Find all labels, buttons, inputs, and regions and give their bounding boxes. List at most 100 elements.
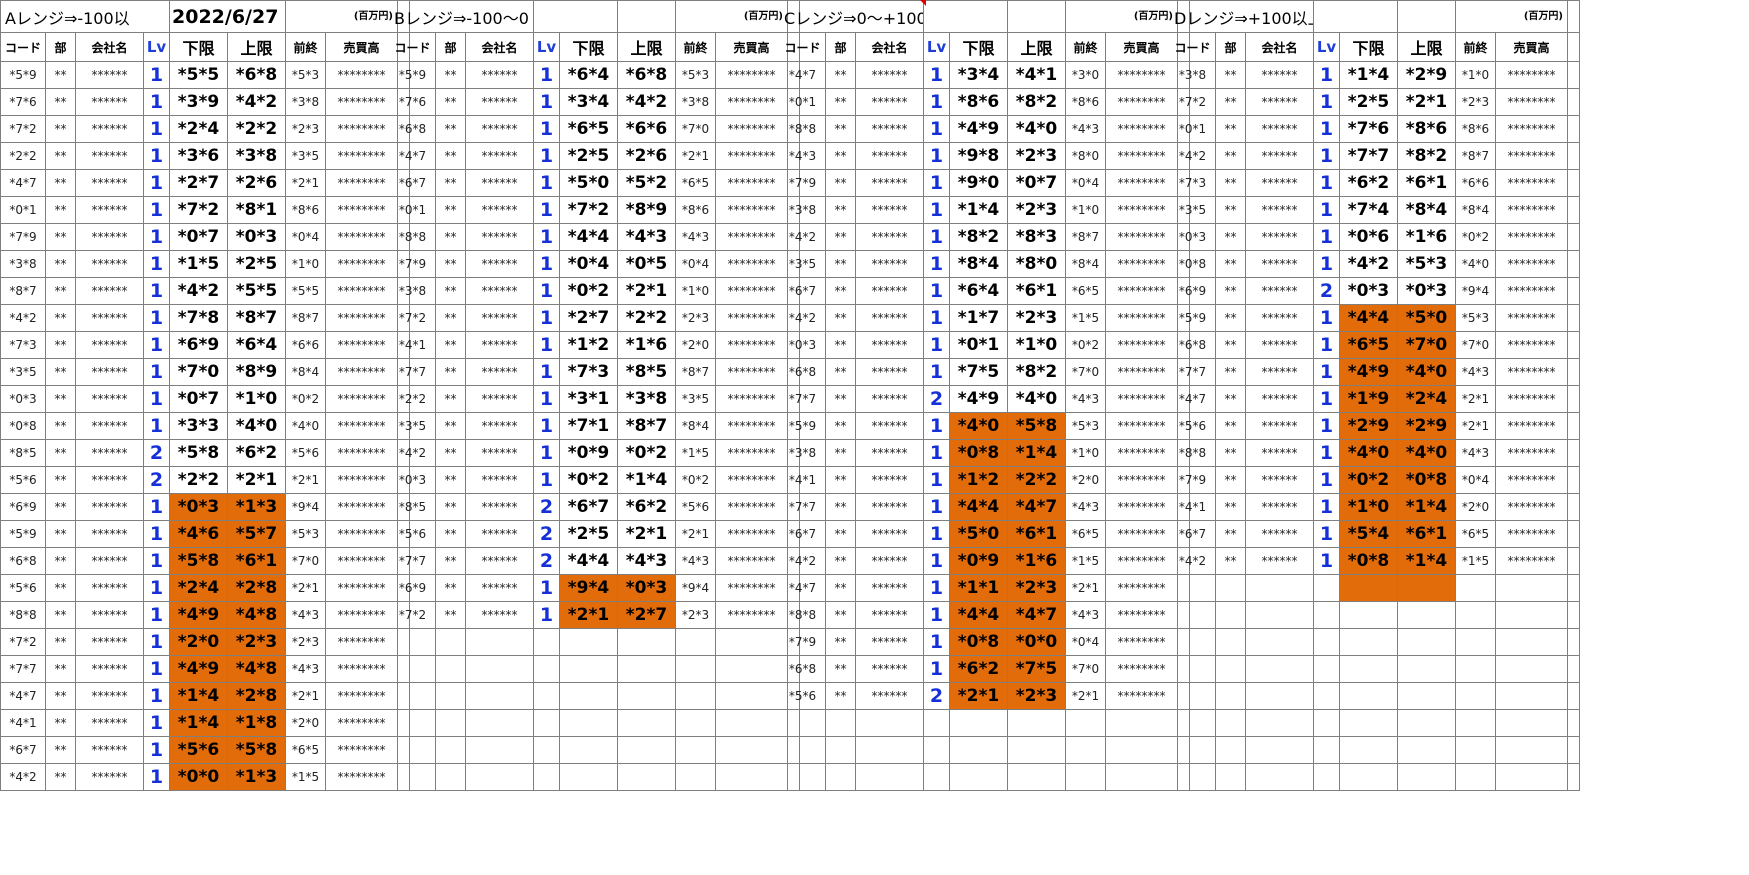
prev-close-cell[interactable]: *0*4 bbox=[1456, 467, 1496, 494]
empty-cell[interactable] bbox=[716, 737, 788, 764]
separator-cell[interactable] bbox=[1568, 737, 1580, 764]
lower-limit-cell[interactable]: *8*4 bbox=[950, 251, 1008, 278]
volume-cell[interactable]: ******** bbox=[1106, 386, 1178, 413]
company-name-cell[interactable]: ****** bbox=[466, 143, 534, 170]
code-cell[interactable]: *0*8 bbox=[0, 413, 46, 440]
prev-close-cell[interactable]: *7*0 bbox=[1456, 332, 1496, 359]
upper-limit-cell[interactable]: *4*1 bbox=[1008, 62, 1066, 89]
level-cell[interactable]: 1 bbox=[144, 602, 170, 629]
code-cell[interactable]: *8*8 bbox=[780, 602, 826, 629]
lower-limit-cell[interactable]: *6*7 bbox=[560, 494, 618, 521]
code-cell[interactable]: *7*7 bbox=[780, 386, 826, 413]
code-cell[interactable]: *6*8 bbox=[780, 656, 826, 683]
prev-close-cell[interactable]: *3*8 bbox=[676, 89, 716, 116]
column-header-code[interactable]: コード bbox=[0, 33, 46, 62]
dept-cell[interactable]: ** bbox=[826, 170, 856, 197]
lower-limit-cell[interactable]: *6*4 bbox=[950, 278, 1008, 305]
volume-cell[interactable]: ******** bbox=[1496, 359, 1568, 386]
lower-limit-cell[interactable]: *2*0 bbox=[170, 629, 228, 656]
upper-limit-cell[interactable]: *1*3 bbox=[228, 494, 286, 521]
code-cell[interactable]: *4*2 bbox=[1170, 143, 1216, 170]
empty-cell[interactable] bbox=[1398, 602, 1456, 629]
level-cell[interactable]: 1 bbox=[144, 683, 170, 710]
empty-cell[interactable] bbox=[716, 683, 788, 710]
empty-cell[interactable] bbox=[390, 656, 436, 683]
prev-close-cell[interactable]: *2*1 bbox=[286, 467, 326, 494]
prev-close-cell[interactable]: *1*5 bbox=[1066, 305, 1106, 332]
volume-cell[interactable]: ******** bbox=[326, 278, 398, 305]
level-cell[interactable]: 1 bbox=[924, 278, 950, 305]
company-name-cell[interactable]: ****** bbox=[856, 602, 924, 629]
dept-cell[interactable]: ** bbox=[436, 413, 466, 440]
lower-limit-cell[interactable]: *0*9 bbox=[950, 548, 1008, 575]
code-cell[interactable]: *7*7 bbox=[780, 494, 826, 521]
prev-close-cell[interactable]: *6*5 bbox=[1066, 278, 1106, 305]
volume-cell[interactable]: ******** bbox=[326, 305, 398, 332]
dept-cell[interactable]: ** bbox=[1216, 305, 1246, 332]
upper-limit-cell[interactable]: *8*9 bbox=[618, 197, 676, 224]
lower-limit-cell[interactable]: *0*6 bbox=[1340, 224, 1398, 251]
lower-limit-cell[interactable]: *9*4 bbox=[560, 575, 618, 602]
empty-cell[interactable] bbox=[780, 710, 826, 737]
volume-cell[interactable]: ******** bbox=[1106, 683, 1178, 710]
volume-cell[interactable]: ******** bbox=[716, 143, 788, 170]
level-cell[interactable]: 1 bbox=[144, 386, 170, 413]
company-name-cell[interactable]: ****** bbox=[76, 467, 144, 494]
separator-cell[interactable] bbox=[1568, 656, 1580, 683]
dept-cell[interactable]: ** bbox=[1216, 521, 1246, 548]
empty-cell[interactable] bbox=[1314, 656, 1340, 683]
separator-cell[interactable] bbox=[1568, 251, 1580, 278]
code-cell[interactable]: *7*7 bbox=[390, 359, 436, 386]
company-name-cell[interactable]: ****** bbox=[856, 143, 924, 170]
volume-cell[interactable]: ******** bbox=[326, 440, 398, 467]
separator-cell[interactable] bbox=[1568, 89, 1580, 116]
empty-cell[interactable] bbox=[950, 710, 1008, 737]
company-name-cell[interactable]: ****** bbox=[76, 359, 144, 386]
level-cell[interactable]: 2 bbox=[534, 548, 560, 575]
code-cell[interactable]: *6*8 bbox=[0, 548, 46, 575]
company-name-cell[interactable]: ****** bbox=[466, 197, 534, 224]
lower-limit-cell[interactable]: *4*0 bbox=[950, 413, 1008, 440]
lower-limit-cell[interactable]: *7*6 bbox=[1340, 116, 1398, 143]
empty-cell[interactable] bbox=[1496, 629, 1568, 656]
comment-marker-icon[interactable] bbox=[920, 0, 926, 6]
dept-cell[interactable]: ** bbox=[826, 116, 856, 143]
upper-limit-cell[interactable]: *5*8 bbox=[1008, 413, 1066, 440]
volume-cell[interactable]: ******** bbox=[716, 494, 788, 521]
prev-close-cell[interactable]: *2*1 bbox=[286, 575, 326, 602]
upper-limit-cell[interactable]: *4*0 bbox=[1008, 116, 1066, 143]
code-cell[interactable]: *3*8 bbox=[780, 440, 826, 467]
empty-cell[interactable] bbox=[1496, 602, 1568, 629]
empty-cell[interactable] bbox=[924, 0, 1008, 33]
lower-limit-cell[interactable]: *7*5 bbox=[950, 359, 1008, 386]
level-cell[interactable]: 1 bbox=[534, 386, 560, 413]
upper-limit-cell[interactable]: *4*0 bbox=[1398, 359, 1456, 386]
prev-close-cell[interactable]: *3*8 bbox=[286, 89, 326, 116]
upper-limit-cell[interactable]: *8*3 bbox=[1008, 224, 1066, 251]
level-cell[interactable]: 1 bbox=[144, 224, 170, 251]
level-cell[interactable]: 1 bbox=[534, 440, 560, 467]
lower-limit-cell[interactable]: *5*0 bbox=[950, 521, 1008, 548]
prev-close-cell[interactable] bbox=[1456, 575, 1496, 602]
lower-limit-cell[interactable]: *4*2 bbox=[170, 278, 228, 305]
empty-cell[interactable] bbox=[1456, 656, 1496, 683]
volume-cell[interactable]: ******** bbox=[716, 575, 788, 602]
volume-cell[interactable]: ******** bbox=[716, 89, 788, 116]
code-cell[interactable]: *5*6 bbox=[780, 683, 826, 710]
empty-cell[interactable] bbox=[436, 737, 466, 764]
dept-cell[interactable]: ** bbox=[46, 413, 76, 440]
column-header-upper-limit[interactable]: 上限 bbox=[1008, 33, 1066, 62]
company-name-cell[interactable]: ****** bbox=[1246, 116, 1314, 143]
dept-cell[interactable]: ** bbox=[1216, 251, 1246, 278]
level-cell[interactable]: 1 bbox=[1314, 494, 1340, 521]
lower-limit-cell[interactable]: *2*5 bbox=[560, 521, 618, 548]
dept-cell[interactable]: ** bbox=[826, 305, 856, 332]
prev-close-cell[interactable]: *8*6 bbox=[676, 197, 716, 224]
dept-cell[interactable]: ** bbox=[46, 521, 76, 548]
empty-cell[interactable] bbox=[1398, 656, 1456, 683]
empty-cell[interactable] bbox=[390, 764, 436, 791]
code-cell[interactable]: *8*5 bbox=[0, 440, 46, 467]
column-header-lower-limit[interactable]: 下限 bbox=[560, 33, 618, 62]
prev-close-cell[interactable]: *9*4 bbox=[1456, 278, 1496, 305]
upper-limit-cell[interactable]: *2*3 bbox=[1008, 305, 1066, 332]
